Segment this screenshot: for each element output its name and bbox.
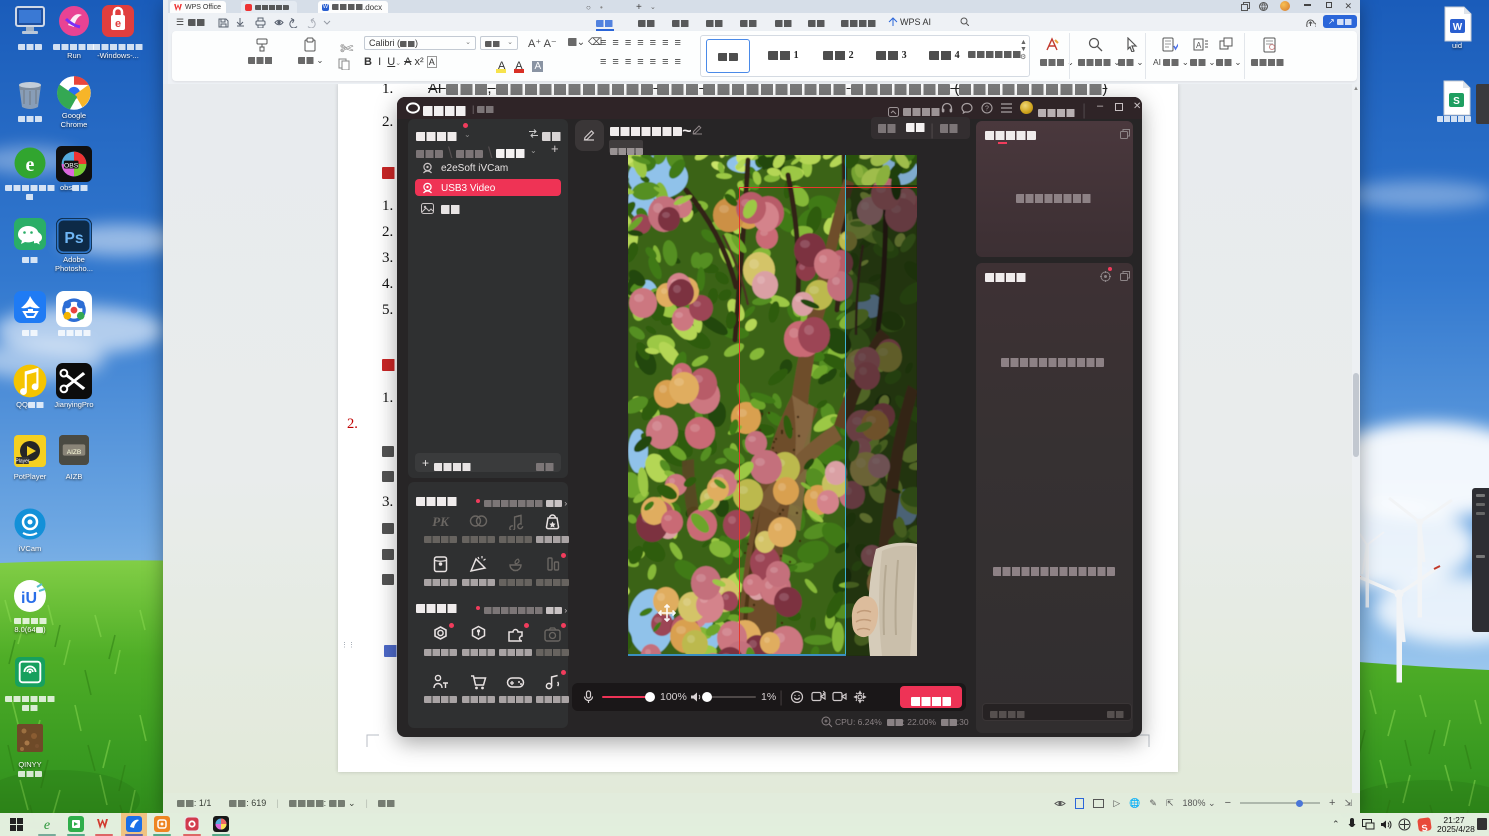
svg-text:S: S (1453, 96, 1460, 107)
svg-text:Player: Player (15, 459, 30, 465)
svg-text:A: A (1196, 41, 1202, 50)
svg-text:?: ? (985, 106, 989, 113)
svg-text:AIZB: AIZB (67, 449, 82, 456)
svg-text:W: W (1453, 22, 1463, 33)
svg-text:PK: PK (432, 514, 450, 529)
svg-text:iU: iU (21, 590, 37, 607)
svg-text:Ps: Ps (64, 230, 84, 247)
svg-text:e: e (26, 154, 35, 176)
svg-text:e: e (115, 18, 121, 30)
svg-text:e: e (44, 818, 50, 832)
svg-text:OBS: OBS (64, 162, 79, 169)
